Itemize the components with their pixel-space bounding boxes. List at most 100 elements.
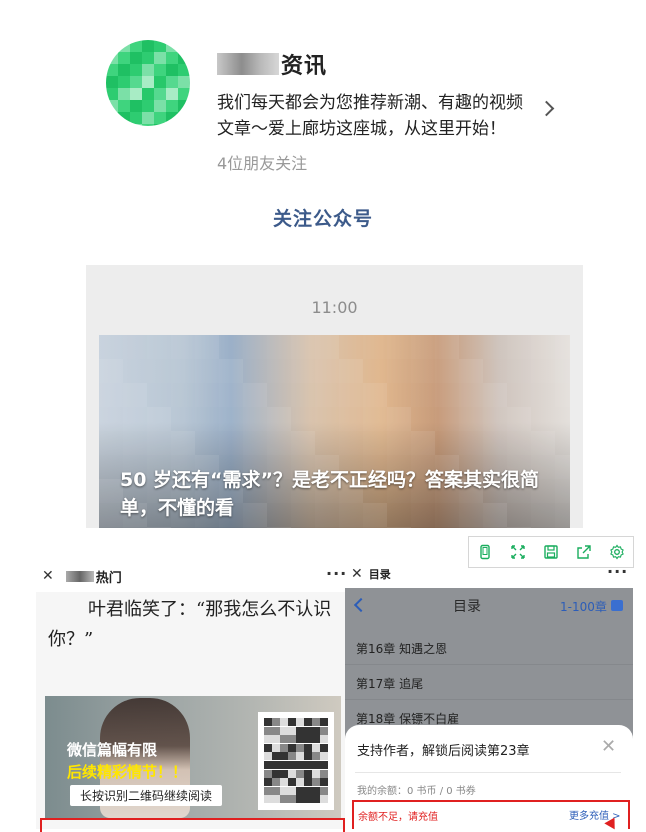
chapter-item[interactable]: 第16章 知遇之恩 [356,640,447,657]
thumbnail-pixel [99,407,123,431]
qr-code-image[interactable] [258,712,334,810]
qr-cell [280,778,288,787]
qr-cell [272,743,280,752]
qr-cell [288,761,296,769]
thumbnail-pixel [147,383,171,407]
save-icon [544,545,558,559]
thumbnail-pixel [315,431,339,455]
thumbnail-pixel [531,527,555,528]
thumbnail-pixel [339,527,363,528]
qr-cell [288,752,296,761]
qr-cell [304,795,312,804]
qr-cell [312,726,320,735]
ad-line-3: 长按识别二维码继续阅读 [70,785,223,806]
thumbnail-pixel [435,527,459,528]
thumbnail-pixel [555,407,570,431]
qr-cell [272,795,280,804]
article-title[interactable]: 50 岁还有“需求”？是老不正经吗？答案其实很简单，不懂的看 [120,466,560,522]
thumbnail-pixel [435,431,459,455]
thumbnail-pixel [363,407,387,431]
qr-cell [272,778,280,787]
insufficient-balance-text: 余额不足，请充值 [358,812,438,823]
avatar-pixel [106,124,118,126]
close-icon[interactable]: ✕ [42,568,54,584]
close-icon[interactable]: ✕ [351,566,363,582]
qr-cell [312,786,320,795]
avatar-pixel [142,52,154,64]
thumbnail-pixel [363,431,387,455]
thumbnail-pixel [459,527,483,528]
avatar-pixel [154,64,166,76]
thumbnail-pixel [339,359,363,383]
avatar-pixel [142,88,154,100]
thumbnail-pixel [291,431,315,455]
thumbnail-pixel [219,359,243,383]
avatar-pixel [178,64,190,76]
thumbnail-pixel [99,431,123,455]
right-reader-header: ✕ 目录 ··· [345,562,633,586]
thumbnail-pixel [291,407,315,431]
qr-cell [288,726,296,735]
thumbnail-pixel [99,383,123,407]
thumbnail-pixel [219,527,243,528]
thumbnail-pixel [315,359,339,383]
thumbnail-pixel [195,335,219,359]
thumbnail-pixel [123,383,147,407]
left-reader-title-suffix: 热门 [95,570,122,586]
thumbnail-pixel [507,527,531,528]
avatar-pixel [166,52,178,64]
qr-cell [264,778,272,787]
chapter-range-select[interactable]: 1-100章 [560,598,607,615]
thumbnail-pixel [483,359,507,383]
qr-cell [264,769,272,778]
qr-cell [312,752,320,761]
avatar-pixel [142,124,154,126]
thumbnail-pixel [555,383,570,407]
thumbnail-pixel [483,383,507,407]
qr-cell [280,752,288,761]
expand-icon [511,545,525,559]
thumbnail-pixel [531,431,555,455]
avatar-pixel [106,88,118,100]
qr-cell [304,778,312,787]
avatar-pixel [166,88,178,100]
thumbnail-pixel [243,431,267,455]
qr-cell [312,743,320,752]
chevron-down-icon[interactable] [611,600,623,611]
avatar-pixel [142,100,154,112]
settings-icon [609,544,624,560]
qr-cell [320,718,328,726]
more-icon[interactable]: ··· [607,562,628,581]
thumbnail-pixel [195,407,219,431]
avatar-pixel [130,64,142,76]
avatar-pixel [118,112,130,124]
qr-cell [304,769,312,778]
thumbnail-pixel [243,527,267,528]
thumbnail-pixel [123,431,147,455]
thumbnail-pixel [507,431,531,455]
redacted-title-block [65,570,94,582]
thumbnail-pixel [171,359,195,383]
thumbnail-pixel [171,383,195,407]
thumbnail-pixel [171,431,195,455]
account-avatar[interactable] [106,40,190,126]
thumbnail-pixel [315,335,339,359]
thumbnail-pixel [267,335,291,359]
thumbnail-pixel [531,407,555,431]
qr-cell [288,743,296,752]
highlight-frame-left [40,818,345,832]
qr-cell [272,726,280,735]
qr-cell [264,795,272,804]
follow-account-button[interactable]: 关注公众号 [0,204,646,231]
qr-cell [296,786,304,795]
chapter-item[interactable]: 第17章 追尾 [356,675,423,692]
balance-text: 我的余额：0 书币 / 0 书券 [357,786,476,797]
close-icon[interactable]: ✕ [601,736,616,757]
qr-cell [296,795,304,804]
chevron-right-icon[interactable] [538,100,555,117]
avatar-pixel [118,52,130,64]
thumbnail-pixel [411,407,435,431]
thumbnail-pixel [339,407,363,431]
thumbnail-pixel [363,359,387,383]
share-icon [577,545,591,559]
